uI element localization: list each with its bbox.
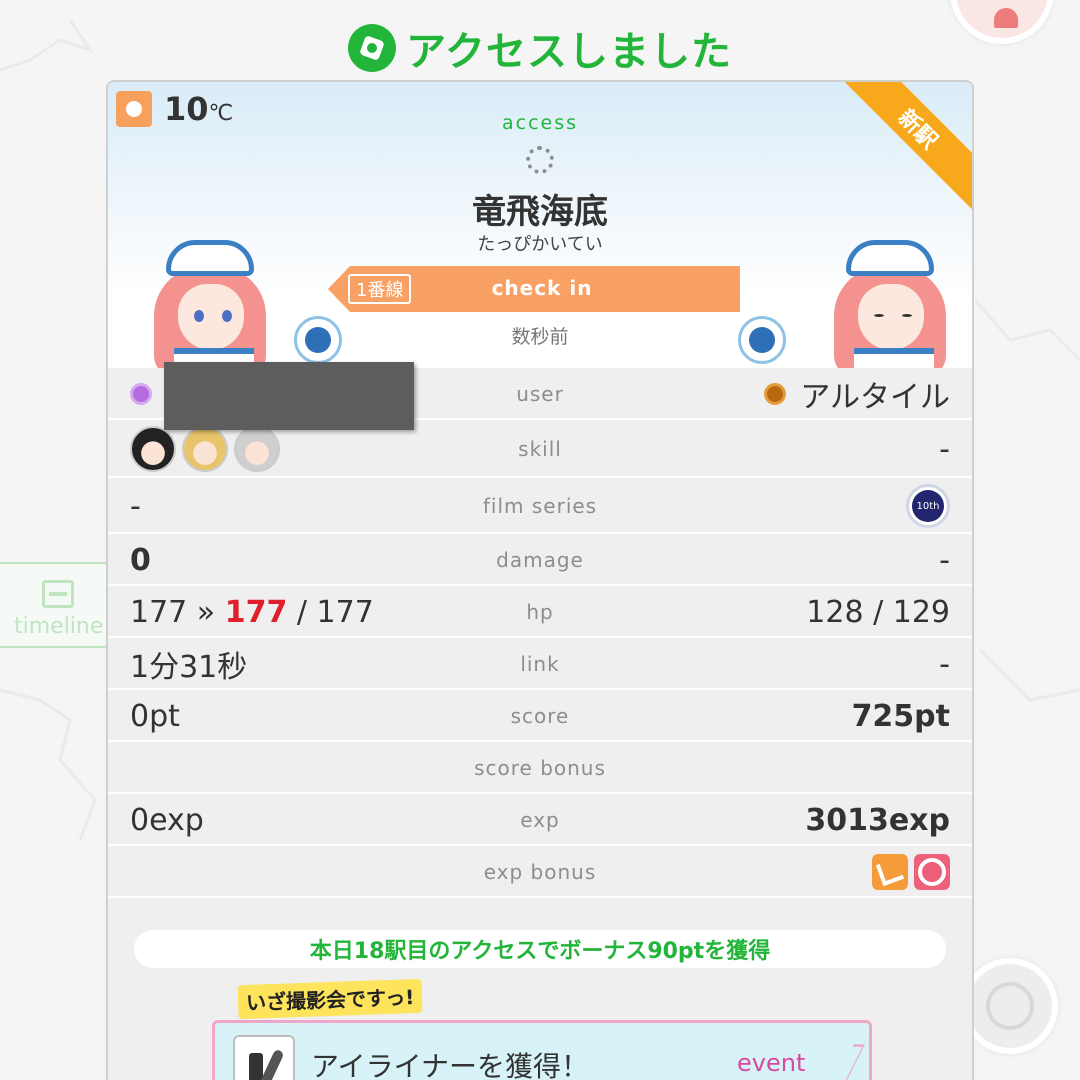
result-table: user アルタイル skill - - film series 10th 0 …	[108, 362, 972, 898]
party-popper-icon[interactable]	[872, 854, 908, 890]
row-damage: 0 damage -	[108, 534, 972, 586]
film-series-icon[interactable]: 10th	[906, 484, 950, 528]
timeline-tab[interactable]: timeline	[0, 562, 108, 648]
eyeliner-icon	[233, 1035, 295, 1080]
speech-bubble-icon[interactable]	[294, 316, 342, 364]
row-exp-bonus: exp bonus	[108, 846, 972, 898]
row-hp: 177 » 177 / 177 hp 128 / 129	[108, 586, 972, 638]
paw-icon	[348, 24, 396, 72]
timeline-icon	[42, 580, 74, 608]
flower-icon[interactable]	[914, 854, 950, 890]
access-result-card: 10℃ 新駅 access 竜飛海底 たっぴかいてい 1番線 check in …	[106, 80, 974, 1080]
row-value: 3013exp	[805, 802, 950, 838]
train-icon	[986, 982, 1034, 1030]
event-reward-item[interactable]: アイライナーを獲得！ event	[212, 1020, 872, 1080]
page-title: アクセスしました	[0, 18, 1080, 78]
row-film-series: - film series 10th	[108, 478, 972, 534]
station-hero: 10℃ 新駅 access 竜飛海底 たっぴかいてい 1番線 check in …	[108, 82, 972, 378]
row-score-bonus: score bonus	[108, 742, 972, 794]
row-value: -	[939, 646, 950, 682]
event-logo: いざ撮影会ですっ!	[237, 978, 423, 1020]
row-score: 0pt score 725pt	[108, 690, 972, 742]
chevron-right-icon	[835, 1044, 865, 1080]
row-value: 128 / 129	[806, 594, 950, 630]
row-user: user アルタイル	[108, 362, 972, 430]
loading-spinner-icon	[526, 146, 554, 174]
title-text: アクセスしました	[406, 29, 732, 75]
opponent-name[interactable]: アルタイル	[800, 372, 950, 416]
character-left	[134, 222, 284, 378]
row-label: damage	[496, 548, 584, 572]
row-value: 725pt	[851, 698, 950, 734]
row-label: score bonus	[474, 756, 606, 780]
line-tag: 1番線	[348, 274, 412, 304]
opponent-color-icon	[764, 383, 787, 405]
row-link: 1分31秒 link -	[108, 638, 972, 690]
row-label: exp bonus	[483, 860, 597, 884]
bonus-banner: 本日18駅目のアクセスでボーナス90ptを獲得	[134, 930, 946, 968]
row-value: -	[939, 542, 950, 578]
row-exp: 0exp exp 3013exp	[108, 794, 972, 846]
row-label: link	[520, 652, 560, 676]
row-label: score	[510, 704, 570, 728]
reward-label: アイライナーを獲得！	[311, 1050, 590, 1080]
event-tag: event	[737, 1049, 806, 1077]
timeline-label: timeline	[14, 614, 104, 639]
row-value: -	[939, 431, 950, 467]
menu-round-button[interactable]	[962, 958, 1058, 1054]
speech-bubble-icon[interactable]	[738, 316, 786, 364]
character-right	[814, 222, 964, 378]
checkin-label: check in	[491, 276, 593, 300]
access-label: access	[501, 112, 579, 134]
redacted-username	[164, 362, 414, 430]
row-label: film series	[482, 494, 598, 518]
